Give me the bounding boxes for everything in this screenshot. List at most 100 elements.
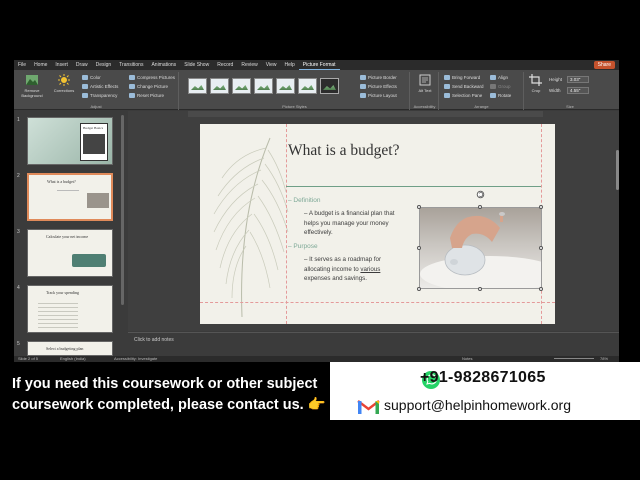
- reset-picture-label: Reset Picture: [137, 93, 165, 98]
- change-picture-icon: [129, 84, 135, 89]
- tab-help[interactable]: Help: [280, 60, 298, 70]
- selection-pane-icon: [444, 93, 450, 98]
- picture-effects-button[interactable]: Picture Effects: [360, 83, 397, 90]
- purpose-heading[interactable]: – Purpose: [288, 243, 318, 250]
- tab-review[interactable]: Review: [237, 60, 261, 70]
- thumbnails-scrollbar[interactable]: [121, 115, 124, 305]
- picture-layout-button[interactable]: Picture Layout: [360, 92, 397, 99]
- slide-canvas[interactable]: What is a budget? – Definition – A budge…: [200, 124, 555, 324]
- alt-text-button[interactable]: Alt Text: [413, 74, 437, 93]
- notes-pane[interactable]: Click to add notes: [128, 332, 619, 356]
- tab-insert[interactable]: Insert: [51, 60, 72, 70]
- remove-background-icon: [26, 75, 38, 85]
- resize-handle-n[interactable]: [478, 205, 482, 209]
- rotate-button[interactable]: Rotate: [490, 92, 511, 99]
- transparency-button[interactable]: Transparency: [82, 92, 117, 99]
- tab-home[interactable]: Home: [30, 60, 51, 70]
- remove-background-button[interactable]: Remove Background: [20, 74, 44, 98]
- color-label: Color: [90, 75, 101, 80]
- accessibility-group-label: Accessibility: [413, 104, 436, 109]
- artistic-effects-button[interactable]: Artistic Effects: [82, 83, 118, 90]
- rotate-label: Rotate: [498, 93, 512, 98]
- purpose-text-underlined: various: [360, 265, 381, 273]
- picture-style-6[interactable]: [298, 78, 317, 94]
- thumb-number-3: 3: [17, 229, 20, 235]
- language-indicator[interactable]: English (India): [60, 356, 86, 362]
- tab-draw[interactable]: Draw: [72, 60, 92, 70]
- support-email: support@helpinhomework.org: [384, 397, 571, 413]
- editor-scrollbar[interactable]: [616, 150, 619, 190]
- resize-handle-sw[interactable]: [417, 287, 421, 291]
- color-button[interactable]: Color: [82, 74, 101, 81]
- picture-style-2[interactable]: [210, 78, 229, 94]
- share-button[interactable]: Share: [593, 61, 615, 69]
- purpose-text[interactable]: – It serves as a roadmap for allocating …: [304, 255, 402, 284]
- resize-handle-ne[interactable]: [539, 205, 543, 209]
- resize-handle-nw[interactable]: [417, 205, 421, 209]
- selection-pane-button[interactable]: Selection Pane: [444, 92, 482, 99]
- thumb-title-4: Track your spending: [46, 290, 79, 295]
- slide-thumbnail-5[interactable]: Select a budgeting plan: [27, 341, 113, 356]
- sun-icon: [58, 74, 70, 86]
- slide-thumbnail-3[interactable]: Calculate your net income: [27, 229, 113, 277]
- tab-view[interactable]: View: [262, 60, 281, 70]
- notes-placeholder: Click to add notes: [134, 337, 174, 343]
- tab-picture-format[interactable]: Picture Format: [298, 60, 340, 70]
- selection-pane-label: Selection Pane: [452, 93, 483, 98]
- thumb-text-lines-4: [38, 300, 78, 328]
- compress-icon: [129, 75, 135, 80]
- rotate-icon: [490, 93, 496, 98]
- slide-title[interactable]: What is a budget?: [288, 142, 399, 160]
- group-button[interactable]: Group: [490, 83, 511, 90]
- picture-style-5[interactable]: [276, 78, 295, 94]
- corrections-button[interactable]: Corrections: [52, 74, 76, 93]
- width-input[interactable]: 4.55": [567, 87, 589, 94]
- size-group-label: Size: [566, 104, 574, 109]
- purpose-heading-text: Purpose: [293, 243, 318, 250]
- zoom-slider[interactable]: [554, 358, 594, 359]
- compress-pictures-button[interactable]: Compress Pictures: [129, 74, 175, 81]
- change-picture-button[interactable]: Change Picture: [129, 83, 168, 90]
- resize-handle-s[interactable]: [478, 287, 482, 291]
- horizontal-guide: [200, 302, 555, 303]
- tab-transitions[interactable]: Transitions: [115, 60, 147, 70]
- slide-thumbnail-1[interactable]: Budget Basics: [27, 117, 113, 165]
- thumb-title-card: Budget Basics: [80, 123, 108, 161]
- definition-text[interactable]: – A budget is a financial plan that help…: [304, 209, 402, 238]
- change-picture-label: Change Picture: [137, 84, 169, 89]
- resize-handle-se[interactable]: [539, 287, 543, 291]
- promo-line-2: coursework completed, please contact us.…: [12, 397, 326, 413]
- thumb-number-4: 4: [17, 285, 20, 291]
- thumb-image-1: [83, 134, 105, 154]
- group-label: Group: [498, 84, 511, 89]
- tab-animations[interactable]: Animations: [147, 60, 180, 70]
- tab-record[interactable]: Record: [213, 60, 237, 70]
- tab-slide-show[interactable]: Slide Show: [180, 60, 213, 70]
- picture-style-1[interactable]: [188, 78, 207, 94]
- thumb-title-2: What is a budget?: [47, 179, 76, 184]
- send-backward-button[interactable]: Send Backward: [444, 83, 484, 90]
- corrections-label: Corrections: [53, 88, 75, 93]
- picture-style-4[interactable]: [254, 78, 273, 94]
- horizontal-ruler: [188, 111, 543, 117]
- size-group: Crop Height 3.03" Width 4.55" Size: [525, 72, 615, 110]
- picture-border-button[interactable]: Picture Border: [360, 74, 397, 81]
- definition-heading[interactable]: – Definition: [288, 197, 321, 204]
- resize-handle-e[interactable]: [539, 246, 543, 250]
- picture-style-3[interactable]: [232, 78, 251, 94]
- rotate-handle-icon[interactable]: [476, 190, 485, 199]
- tab-design[interactable]: Design: [92, 60, 116, 70]
- align-button[interactable]: Align: [490, 74, 508, 81]
- slide-thumbnail-4[interactable]: Track your spending: [27, 285, 113, 333]
- reset-picture-button[interactable]: Reset Picture: [129, 92, 164, 99]
- picture-style-7[interactable]: [320, 78, 339, 94]
- color-icon: [82, 75, 88, 80]
- resize-handle-w[interactable]: [417, 246, 421, 250]
- tab-file[interactable]: File: [14, 60, 30, 70]
- bring-forward-button[interactable]: Bring Forward: [444, 74, 480, 81]
- align-label: Align: [498, 75, 509, 80]
- height-input[interactable]: 3.03": [567, 76, 589, 83]
- accessibility-status[interactable]: Accessibility: Investigate: [114, 356, 157, 362]
- crop-button[interactable]: Crop: [527, 74, 545, 93]
- slide-thumbnail-2[interactable]: What is a budget?: [27, 173, 113, 221]
